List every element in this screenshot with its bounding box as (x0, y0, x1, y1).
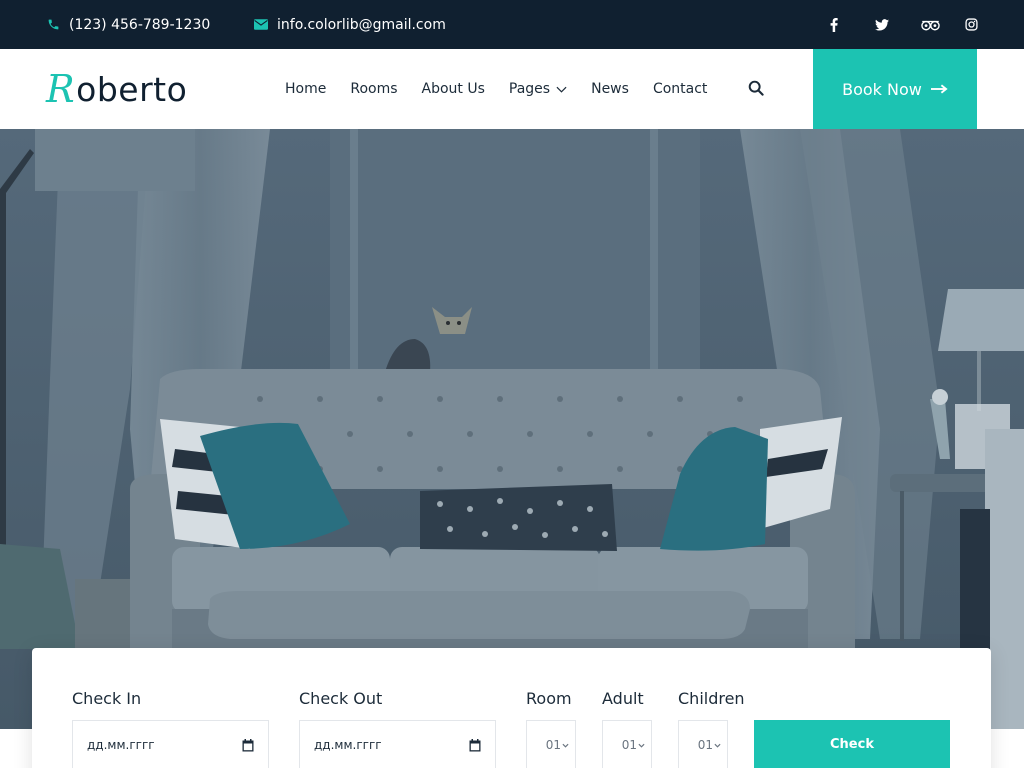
phone-icon (47, 18, 60, 31)
check-in-value: дд.мм.гггг (87, 738, 155, 752)
check-out-input[interactable]: дд.мм.гггг (299, 720, 496, 768)
phone-contact[interactable]: (123) 456-789-1230 (47, 0, 210, 49)
main-nav: Home Rooms About Us Pages News Contact (285, 49, 731, 129)
check-in-input[interactable]: дд.мм.гггг (72, 720, 269, 768)
children-value: 01 (697, 738, 713, 752)
nav-pages-label: Pages (508, 81, 551, 97)
room-select[interactable]: 01 (526, 720, 576, 768)
logo-initial: R (46, 67, 76, 111)
instagram-icon[interactable] (954, 0, 978, 49)
chevron-down-icon (638, 743, 645, 748)
arrow-right-icon (930, 84, 948, 94)
adult-value: 01 (621, 738, 637, 752)
check-in-label: Check In (72, 689, 142, 708)
check-out-label: Check Out (299, 689, 383, 708)
nav-pages[interactable]: Pages (509, 81, 567, 97)
phone-number: (123) 456-789-1230 (69, 16, 211, 33)
twitter-icon[interactable] (858, 0, 906, 49)
book-now-label: Book Now (842, 79, 922, 99)
check-out-value: дд.мм.гггг (314, 738, 382, 752)
living-room-photo (0, 129, 1024, 729)
adult-select[interactable]: 01 (602, 720, 652, 768)
envelope-icon (254, 19, 268, 30)
nav-about-us[interactable]: About Us (422, 81, 485, 97)
social-links (810, 0, 978, 49)
chevron-down-icon (562, 743, 569, 748)
children-select[interactable]: 01 (678, 720, 728, 768)
children-label: Children (678, 689, 745, 708)
email-contact[interactable]: info.colorlib@gmail.com (254, 0, 446, 49)
chevron-down-icon (714, 743, 721, 748)
facebook-icon[interactable] (810, 0, 858, 49)
book-now-button[interactable]: Book Now (813, 49, 977, 129)
hero-image (0, 129, 1024, 729)
nav-home[interactable]: Home (285, 81, 326, 97)
main-header: Roberto Home Rooms About Us Pages News C… (0, 49, 1024, 129)
nav-contact[interactable]: Contact (653, 81, 707, 97)
room-label: Room (526, 689, 572, 708)
calendar-icon[interactable] (242, 739, 254, 755)
adult-label: Adult (602, 689, 644, 708)
nav-rooms[interactable]: Rooms (350, 81, 397, 97)
nav-news[interactable]: News (591, 81, 629, 97)
email-address: info.colorlib@gmail.com (277, 16, 446, 33)
logo-text: oberto (76, 69, 188, 109)
tripadvisor-icon[interactable] (906, 0, 954, 49)
search-icon[interactable] (748, 80, 766, 98)
top-bar: (123) 456-789-1230 info.colorlib@gmail.c… (0, 0, 1024, 49)
logo[interactable]: Roberto (46, 49, 187, 129)
booking-form: Check In дд.мм.гггг Check Out дд.мм.гггг… (32, 648, 991, 768)
chevron-down-icon (556, 86, 567, 93)
calendar-icon[interactable] (469, 739, 481, 755)
check-availability-button[interactable]: Check (754, 720, 950, 768)
room-value: 01 (545, 738, 561, 752)
